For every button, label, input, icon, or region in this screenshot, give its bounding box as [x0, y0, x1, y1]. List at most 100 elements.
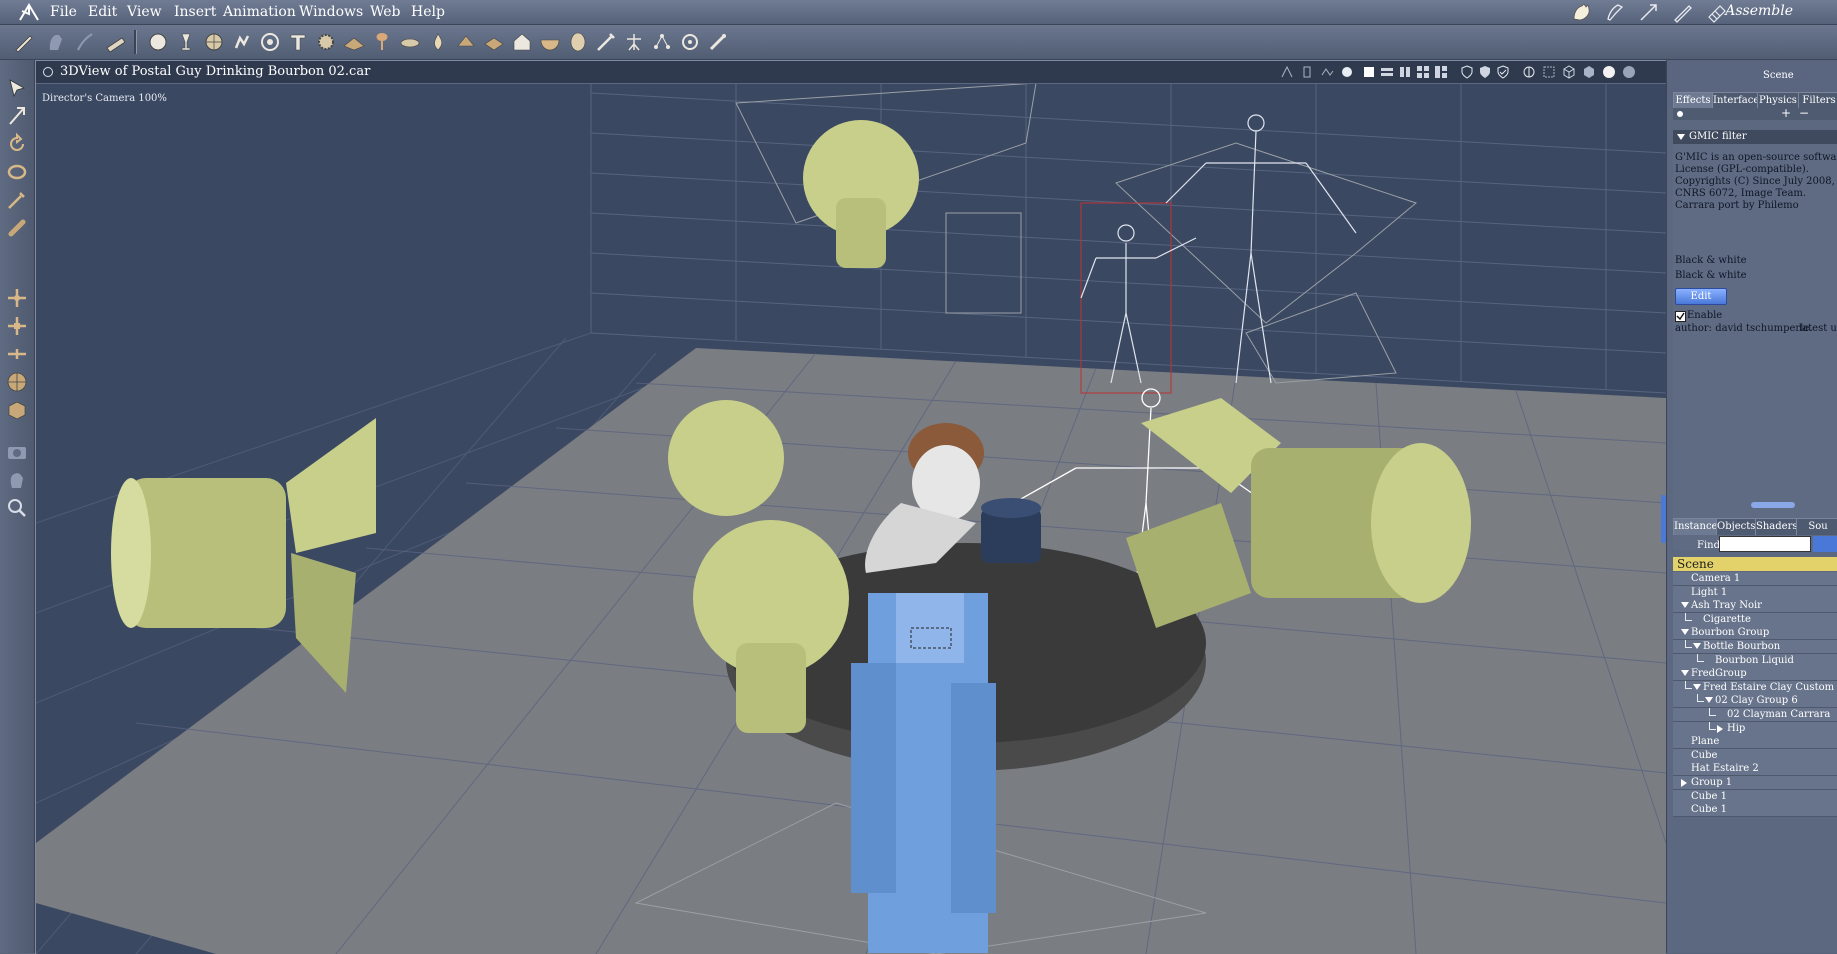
- viewport-options-icon[interactable]: [43, 67, 53, 77]
- insert-text-icon[interactable]: [286, 30, 310, 54]
- camera-orbit-icon[interactable]: [1522, 65, 1536, 79]
- panel-splitter[interactable]: [1751, 502, 1795, 508]
- camera-label[interactable]: Director's Camera 100%: [42, 93, 167, 104]
- three-view-icon[interactable]: [1434, 65, 1448, 79]
- collapse-arrow-icon[interactable]: [1693, 643, 1701, 649]
- shield-filled-icon[interactable]: [1478, 65, 1492, 79]
- move-horizontal-icon[interactable]: [5, 342, 29, 366]
- insert-terrain-icon[interactable]: [342, 30, 366, 54]
- shield-check-icon[interactable]: [1496, 65, 1510, 79]
- collapse-arrow-icon[interactable]: [1681, 602, 1689, 609]
- menu-windows[interactable]: Windows: [299, 4, 363, 20]
- insert-sword-icon[interactable]: [594, 30, 618, 54]
- tab-sounds[interactable]: Sou: [1796, 518, 1837, 535]
- paint-brush-icon[interactable]: [12, 30, 36, 54]
- bounding-box-icon[interactable]: [1542, 65, 1556, 79]
- bones-view-icon[interactable]: [1320, 65, 1334, 79]
- tree-row[interactable]: Group 1: [1673, 776, 1837, 790]
- tree-row[interactable]: Cigarette: [1673, 612, 1837, 627]
- chain-link-icon[interactable]: [5, 216, 29, 240]
- pan-hand-icon[interactable]: [5, 468, 29, 492]
- scene-render[interactable]: [36, 83, 1666, 954]
- spotlight-top[interactable]: [803, 120, 919, 268]
- tree-row[interactable]: 02 Clay Group 6: [1673, 694, 1837, 709]
- sphere-view-icon[interactable]: [1340, 65, 1354, 79]
- menu-help[interactable]: Help: [411, 4, 445, 20]
- tree-row[interactable]: Light 1: [1673, 585, 1837, 600]
- tree-row[interactable]: Hat Estaire 2: [1673, 762, 1837, 777]
- tree-row[interactable]: Bottle Bourbon: [1673, 640, 1837, 654]
- spotlight-mid-left[interactable]: [668, 400, 784, 516]
- find-input[interactable]: [1719, 536, 1811, 552]
- tree-row[interactable]: FredGroup: [1673, 667, 1837, 682]
- wireframe-cube-icon[interactable]: [1562, 65, 1576, 79]
- add-filter-icon[interactable]: +: [1781, 106, 1791, 120]
- hand-tool-icon[interactable]: [44, 30, 68, 54]
- tree-row[interactable]: Bourbon Liquid: [1673, 653, 1837, 668]
- collapse-arrow-icon[interactable]: [1681, 670, 1689, 677]
- remove-filter-icon[interactable]: −: [1799, 106, 1809, 120]
- move-plane-icon[interactable]: [5, 314, 29, 338]
- four-view-icon[interactable]: [1416, 65, 1430, 79]
- collapse-arrow-icon[interactable]: [1677, 134, 1685, 140]
- tree-row[interactable]: Cube 1: [1673, 789, 1837, 804]
- tab-shaders[interactable]: Shaders: [1755, 518, 1797, 535]
- two-view-horizontal-icon[interactable]: [1380, 65, 1394, 79]
- tree-row[interactable]: Camera 1: [1673, 572, 1837, 586]
- move-arrow-icon[interactable]: [5, 104, 29, 128]
- edit-button[interactable]: Edit: [1675, 288, 1727, 305]
- model-room-icon[interactable]: [1638, 1, 1660, 23]
- insert-ocean-icon[interactable]: [482, 30, 506, 54]
- render-sphere-icon[interactable]: [1622, 65, 1636, 79]
- filter-dot-icon[interactable]: [1676, 110, 1684, 118]
- preview-sphere-icon[interactable]: [1602, 65, 1616, 79]
- tab-interface[interactable]: Interface: [1712, 92, 1759, 109]
- tab-objects[interactable]: Objects: [1716, 518, 1756, 535]
- scene-tree-header[interactable]: Scene: [1673, 557, 1837, 571]
- sticky-tool-icon[interactable]: [104, 30, 128, 54]
- gmic-filter-header[interactable]: GMIC filter: [1673, 130, 1837, 144]
- two-view-vertical-icon[interactable]: [1398, 65, 1412, 79]
- collapse-arrow-icon[interactable]: [1705, 697, 1713, 704]
- scale-box-icon[interactable]: [5, 398, 29, 422]
- menu-web[interactable]: Web: [370, 4, 401, 20]
- enable-checkbox[interactable]: [1675, 311, 1686, 322]
- eyedropper-icon[interactable]: [5, 188, 29, 212]
- tab-physics[interactable]: Physics: [1757, 92, 1799, 109]
- shield-icon[interactable]: [1460, 65, 1474, 79]
- insert-plant-icon[interactable]: [370, 30, 394, 54]
- hierarchy-icon[interactable]: [1280, 65, 1294, 79]
- expand-arrow-icon[interactable]: [1717, 724, 1723, 733]
- camera-icon[interactable]: [5, 440, 29, 464]
- find-button[interactable]: [1813, 536, 1837, 552]
- expand-arrow-icon[interactable]: [1681, 779, 1687, 787]
- insert-cloud-icon[interactable]: [398, 30, 422, 54]
- spotlight-left[interactable]: [111, 418, 376, 693]
- insert-shell-icon[interactable]: [566, 30, 590, 54]
- 3d-viewport[interactable]: 3DView of Postal Guy Drinking Bourbon 02…: [35, 60, 1666, 954]
- tree-row[interactable]: Cube 1: [1673, 803, 1837, 818]
- preset-selected[interactable]: Black & white: [1675, 270, 1747, 281]
- collapse-arrow-icon[interactable]: [1693, 683, 1701, 690]
- insert-wand-icon[interactable]: [706, 30, 730, 54]
- insert-particles-icon[interactable]: [454, 30, 478, 54]
- rotate-icon[interactable]: [5, 132, 29, 156]
- blue-block-figure[interactable]: [851, 593, 996, 953]
- insert-gear-icon[interactable]: [314, 30, 338, 54]
- move-xyz-icon[interactable]: [5, 286, 29, 310]
- zoom-magnifier-icon[interactable]: [5, 496, 29, 520]
- tree-row[interactable]: Hip: [1673, 721, 1837, 736]
- tree-row[interactable]: 02 Clayman Carrara: [1673, 708, 1837, 722]
- tree-row[interactable]: Plane: [1673, 735, 1837, 750]
- back-skeleton-1[interactable]: [1080, 224, 1197, 384]
- tree-row[interactable]: Ash Tray Noir: [1673, 599, 1837, 614]
- insert-bowl-icon[interactable]: [538, 30, 562, 54]
- insert-globe-icon[interactable]: [202, 30, 226, 54]
- menu-edit[interactable]: Edit: [88, 4, 117, 20]
- assemble-room-icon[interactable]: [1604, 1, 1626, 23]
- pin-icon[interactable]: [1300, 65, 1314, 79]
- tab-effects[interactable]: Effects: [1673, 92, 1713, 109]
- tree-row[interactable]: Cube: [1673, 748, 1837, 763]
- tree-row[interactable]: Fred Estaire Clay Custom 03: [1673, 680, 1837, 695]
- back-skeleton-2[interactable]: [1165, 114, 1357, 384]
